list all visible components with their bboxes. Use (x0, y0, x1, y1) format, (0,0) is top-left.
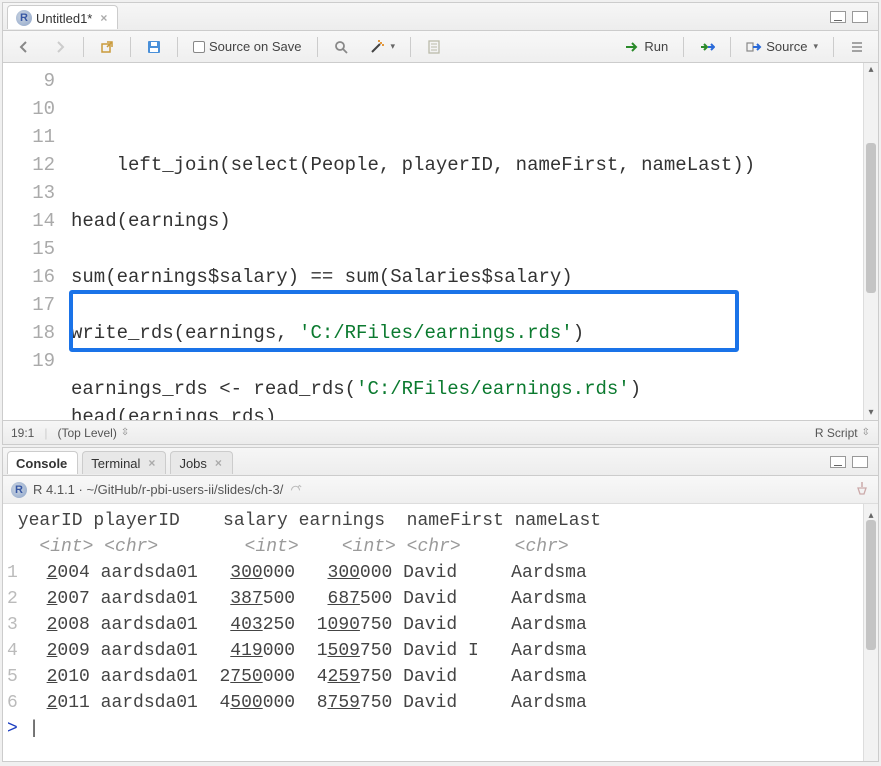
source-on-save-toggle[interactable]: Source on Save (186, 36, 309, 57)
rerun-button[interactable] (692, 36, 722, 58)
updown-icon: ⇳ (862, 427, 870, 438)
code-line[interactable]: sum(earnings$salary) == sum(Salaries$sal… (71, 263, 857, 291)
source-label: Source (766, 39, 807, 54)
save-button[interactable] (139, 36, 169, 58)
wand-icon (369, 39, 385, 55)
minimize-pane-icon[interactable] (830, 456, 846, 468)
code-line[interactable]: head(earnings_rds) (71, 403, 857, 420)
source-tabbar: Untitled1* × (3, 3, 878, 31)
console-pane: ConsoleTerminal×Jobs× R 4.1.1 · ~/GitHub… (2, 447, 879, 762)
console-output[interactable]: yearID playerID salary earnings nameFirs… (3, 504, 878, 761)
console-tab-jobs[interactable]: Jobs× (170, 451, 232, 474)
r-file-icon (16, 10, 32, 26)
show-in-new-window-button[interactable] (92, 36, 122, 58)
console-tab-console[interactable]: Console (7, 451, 78, 474)
tibble-row: 2 2007 aardsda01 387500 687500 David Aar… (7, 586, 870, 612)
run-arrow-icon (624, 39, 640, 55)
code-line[interactable] (71, 179, 857, 207)
run-label: Run (644, 39, 668, 54)
console-context: R 4.1.1 · ~/GitHub/r-pbi-users-ii/slides… (33, 482, 283, 497)
outline-icon (849, 39, 865, 55)
source-statusbar: 19:1 | (Top Level) ⇳ R Script ⇳ (3, 420, 878, 444)
close-tab-icon[interactable]: × (215, 456, 222, 470)
arrow-right-icon (52, 39, 68, 55)
scroll-down-icon[interactable]: ▾ (864, 406, 878, 420)
code-line[interactable] (71, 291, 857, 319)
tibble-row: 4 2009 aardsda01 419000 1509750 David I … (7, 638, 870, 664)
code-area[interactable]: left_join(select(People, playerID, nameF… (65, 63, 863, 420)
console-context-bar: R 4.1.1 · ~/GitHub/r-pbi-users-ii/slides… (3, 476, 878, 504)
cursor-position: 19:1 (11, 426, 34, 440)
line-gutter: 910111213141516171819 (3, 63, 65, 420)
back-button[interactable] (9, 36, 39, 58)
rerun-icon (699, 39, 715, 55)
minimize-pane-icon[interactable] (830, 11, 846, 23)
console-prompt: > (7, 719, 29, 739)
scroll-thumb[interactable] (866, 143, 876, 293)
pane-window-controls (830, 456, 874, 468)
source-tab[interactable]: Untitled1* × (7, 5, 118, 29)
console-tabs: ConsoleTerminal×Jobs× (3, 450, 233, 474)
vertical-scrollbar[interactable]: ▴ ▾ (863, 63, 878, 420)
clear-console-icon[interactable] (854, 480, 870, 499)
magnifier-icon (333, 39, 349, 55)
close-tab-icon[interactable]: × (148, 456, 155, 470)
source-pane: Untitled1* × Source on Save (2, 2, 879, 445)
checkbox-icon (193, 41, 205, 53)
code-line[interactable]: left_join(select(People, playerID, nameF… (71, 151, 857, 179)
source-button[interactable]: Source ▾ (739, 36, 825, 58)
arrow-left-icon (16, 39, 32, 55)
chevron-down-icon: ▾ (813, 41, 818, 52)
language-selector[interactable]: R Script ⇳ (815, 426, 870, 440)
scroll-up-icon[interactable]: ▴ (864, 63, 878, 77)
code-editor[interactable]: 910111213141516171819 left_join(select(P… (3, 63, 878, 420)
forward-button[interactable] (45, 36, 75, 58)
compile-report-button[interactable] (419, 36, 449, 58)
maximize-pane-icon[interactable] (852, 11, 868, 23)
code-line[interactable] (71, 235, 857, 263)
run-button[interactable]: Run (617, 36, 675, 58)
floppy-disk-icon (146, 39, 162, 55)
share-arrow-icon[interactable] (289, 483, 302, 496)
source-arrow-icon (746, 39, 762, 55)
chevron-down-icon: ▾ (391, 41, 396, 52)
code-line[interactable]: earnings_rds <- read_rds('C:/RFiles/earn… (71, 375, 857, 403)
maximize-pane-icon[interactable] (852, 456, 868, 468)
code-line[interactable]: write_rds(earnings, 'C:/RFiles/earnings.… (71, 319, 857, 347)
source-on-save-label: Source on Save (209, 39, 302, 54)
source-toolbar: Source on Save ▾ Run Source ▾ (3, 31, 878, 63)
tibble-row: 3 2008 aardsda01 403250 1090750 David Aa… (7, 612, 870, 638)
vertical-scrollbar[interactable]: ▴ (863, 504, 878, 761)
code-tools-button[interactable]: ▾ (362, 36, 403, 58)
find-button[interactable] (326, 36, 356, 58)
code-line[interactable]: head(earnings) (71, 207, 857, 235)
scope-selector[interactable]: (Top Level) ⇳ (57, 426, 129, 440)
notebook-icon (426, 39, 442, 55)
language-label: R Script (815, 426, 858, 440)
r-logo-icon (11, 482, 27, 498)
tibble-row: 1 2004 aardsda01 300000 300000 David Aar… (7, 560, 870, 586)
console-tab-terminal[interactable]: Terminal× (82, 451, 166, 474)
tibble-row: 5 2010 aardsda01 2750000 4259750 David A… (7, 664, 870, 690)
outline-button[interactable] (842, 36, 872, 58)
pane-window-controls (830, 11, 874, 23)
code-line[interactable] (71, 347, 857, 375)
updown-icon: ⇳ (121, 427, 129, 438)
tibble-types: <int> <chr> <int> <int> <chr> <chr> (7, 534, 870, 560)
tibble-row: 6 2011 aardsda01 4500000 8759750 David A… (7, 690, 870, 716)
scope-label: (Top Level) (57, 426, 116, 440)
source-tab-title: Untitled1* (36, 11, 92, 26)
popout-icon (99, 39, 115, 55)
tibble-header: yearID playerID salary earnings nameFirs… (7, 508, 870, 534)
close-tab-icon[interactable]: × (100, 11, 107, 25)
console-tabbar: ConsoleTerminal×Jobs× (3, 448, 878, 476)
